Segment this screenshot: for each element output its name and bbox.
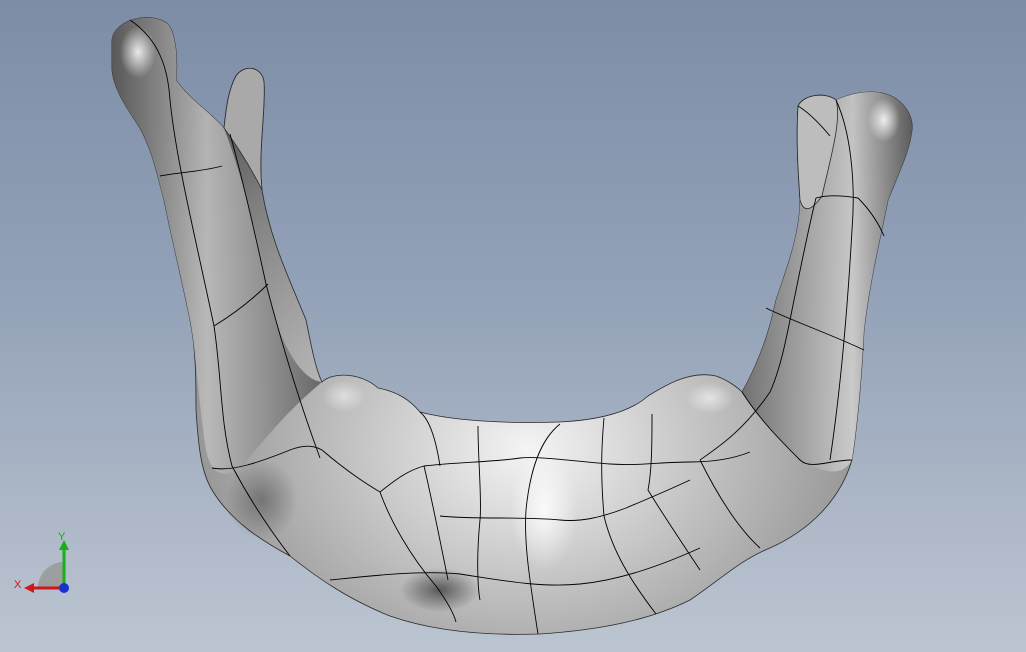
mandible-model[interactable] <box>0 0 1026 652</box>
left-ramus <box>112 17 322 474</box>
triad-plane <box>38 562 64 588</box>
view-orientation-triad[interactable]: Y X <box>10 528 80 598</box>
x-axis-label: X <box>14 579 22 591</box>
x-axis-arrow <box>24 583 34 593</box>
z-axis-dot <box>59 583 69 593</box>
graphics-viewport[interactable]: Y X <box>0 0 1026 652</box>
y-axis-label: Y <box>58 531 66 543</box>
